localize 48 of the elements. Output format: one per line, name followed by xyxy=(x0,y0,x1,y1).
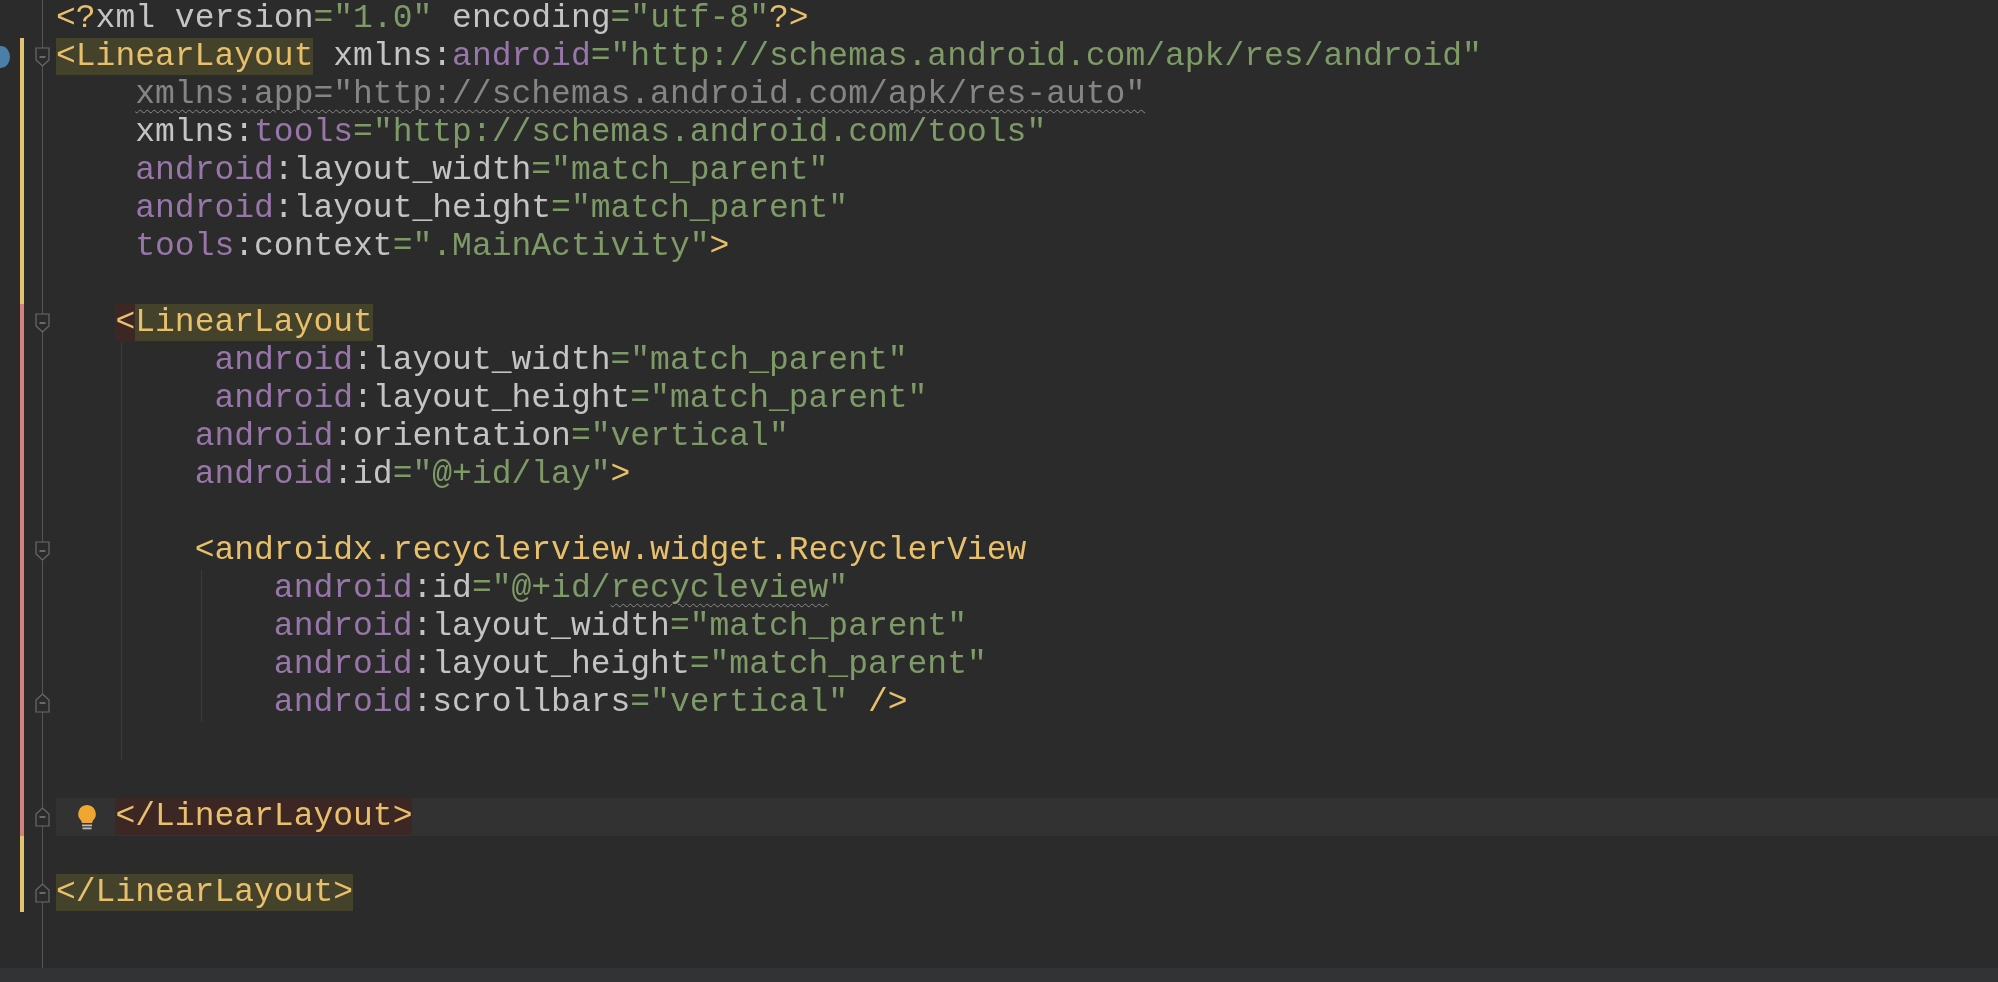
change-marker[interactable] xyxy=(20,114,24,152)
code-line: android:layout_height="match_parent" xyxy=(213,380,928,418)
code-line: xmlns:app="http://schemas.android.com/apk/res-auto" xyxy=(134,76,1146,114)
code-line: android:orientation="vertical" xyxy=(193,418,789,456)
fold-icon[interactable] xyxy=(35,883,50,903)
change-marker[interactable] xyxy=(20,38,24,76)
change-marker[interactable] xyxy=(20,190,24,228)
change-marker[interactable] xyxy=(20,494,24,532)
change-marker[interactable] xyxy=(20,532,24,570)
change-marker[interactable] xyxy=(20,266,24,304)
code-line: android:layout_width="match_parent" xyxy=(213,342,908,380)
code-line: <LinearLayout xmlns:android="http://schemas.android.com/apk/res/android" xyxy=(56,38,1482,76)
code-line: <androidx.recyclerview.widget.RecyclerView xyxy=(193,532,1027,570)
code-line: android:scrollbars="vertical" /> xyxy=(272,684,908,722)
code-line: android:layout_width="match_parent" xyxy=(272,608,967,646)
change-marker[interactable] xyxy=(20,570,24,608)
change-marker[interactable] xyxy=(20,722,24,760)
change-marker[interactable] xyxy=(20,380,24,418)
change-marker[interactable] xyxy=(20,76,24,114)
fold-icon[interactable] xyxy=(35,313,50,333)
code-line: android:layout_height="match_parent" xyxy=(272,646,987,684)
code-line: android:layout_height="match_parent" xyxy=(134,190,849,228)
change-marker[interactable] xyxy=(20,456,24,494)
change-marker[interactable] xyxy=(20,646,24,684)
fold-icon[interactable] xyxy=(35,47,50,67)
change-marker[interactable] xyxy=(20,152,24,190)
fold-icon[interactable] xyxy=(35,693,50,713)
change-marker[interactable] xyxy=(20,836,24,874)
change-marker[interactable] xyxy=(20,228,24,266)
code-line: android:id="@+id/recycleview" xyxy=(272,570,849,608)
lightbulb-icon[interactable] xyxy=(76,804,98,830)
code-line: android:layout_width="match_parent" xyxy=(134,152,829,190)
change-marker[interactable] xyxy=(20,608,24,646)
change-marker[interactable] xyxy=(20,342,24,380)
change-marker[interactable] xyxy=(20,760,24,798)
fold-icon[interactable] xyxy=(35,807,50,827)
change-marker[interactable] xyxy=(20,418,24,456)
code-line: xmlns:tools="http://schemas.android.com/tools" xyxy=(134,114,1047,152)
change-marker[interactable] xyxy=(20,798,24,836)
code-line: <LinearLayout xyxy=(114,304,373,342)
code-line: tools:context=".MainActivity"> xyxy=(134,228,730,266)
change-marker[interactable] xyxy=(20,684,24,722)
change-marker[interactable] xyxy=(20,874,24,912)
code-line: android:id="@+id/lay"> xyxy=(193,456,631,494)
code-line: <?xml version="1.0" encoding="utf-8"?> xyxy=(56,0,809,38)
fold-icon[interactable] xyxy=(35,541,50,561)
change-marker[interactable] xyxy=(20,304,24,342)
scrollbar-track[interactable] xyxy=(0,968,1998,982)
